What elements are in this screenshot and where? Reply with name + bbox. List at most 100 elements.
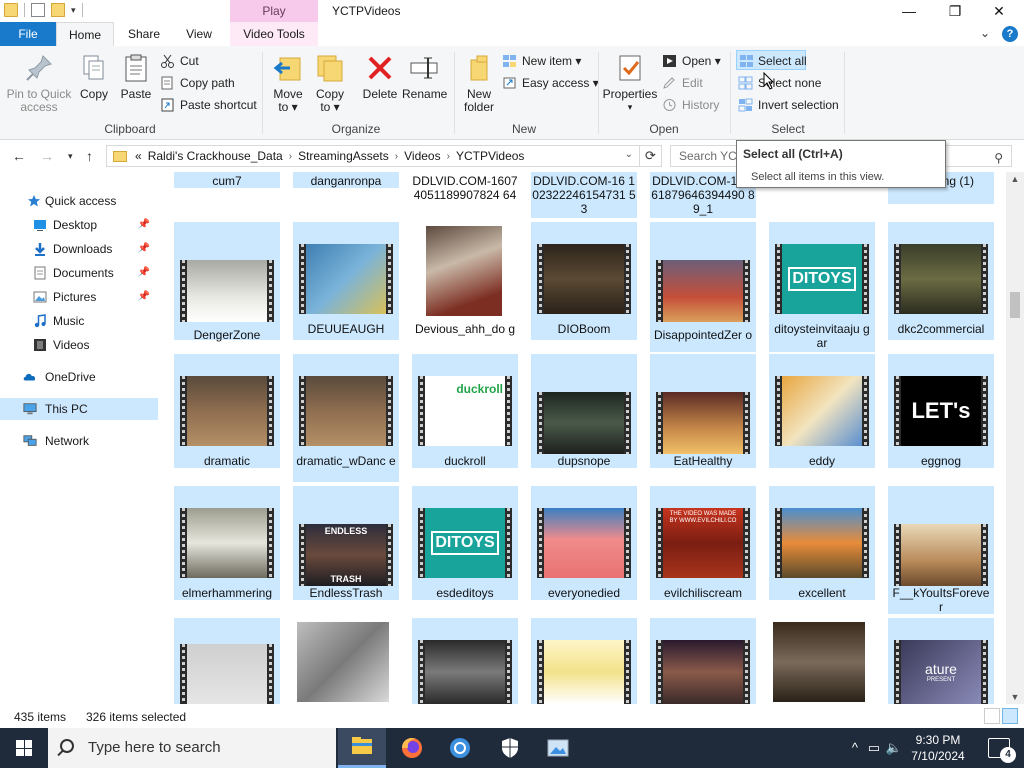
tab-video-tools[interactable]: Video Tools — [230, 22, 318, 46]
new-item-button[interactable]: New item ▾ — [502, 51, 581, 71]
breadcrumb-streamingassets[interactable]: StreamingAssets — [298, 149, 389, 163]
file-item[interactable] — [412, 618, 518, 704]
customize-toolbar-chevron-icon[interactable]: ▾ — [71, 5, 76, 16]
breadcrumb-overflow[interactable]: « — [135, 149, 142, 163]
move-to-button[interactable]: Move to ▾ — [270, 52, 306, 114]
tab-share[interactable]: Share — [118, 22, 170, 46]
forward-button[interactable]: → — [40, 148, 54, 164]
details-view-icon[interactable] — [984, 708, 1000, 724]
paste-button[interactable]: Paste — [116, 52, 156, 101]
copy-to-button[interactable]: Copy to ▾ — [312, 52, 348, 114]
file-item-dioboom[interactable]: DIOBoom — [531, 222, 637, 340]
file-item-ditoysteinvitaajugar[interactable]: DITOYS ditoysteinvitaaju gar — [769, 222, 875, 352]
sidebar-item-pictures[interactable]: Pictures 📌 — [0, 286, 158, 308]
file-item-dengerzone[interactable]: DengerZone — [174, 222, 280, 342]
maximize-button[interactable]: ❐ — [932, 0, 978, 22]
copy-button[interactable]: Copy — [76, 52, 112, 101]
up-button[interactable]: ↑ — [86, 148, 93, 164]
sidebar-item-this-pc[interactable]: This PC — [0, 398, 158, 420]
breadcrumb-chevron-icon[interactable]: › — [395, 151, 398, 162]
volume-muted-icon[interactable]: 🔈 — [886, 740, 902, 756]
rename-button[interactable]: Rename — [402, 52, 447, 101]
file-item-eddy[interactable]: eddy — [769, 354, 875, 468]
folder-icon[interactable] — [4, 3, 18, 17]
history-button[interactable]: History — [662, 95, 719, 115]
notification-center-icon[interactable]: 4 — [988, 738, 1016, 763]
sidebar-item-documents[interactable]: Documents 📌 — [0, 262, 158, 284]
address-bar[interactable]: « Raldi's Crackhouse_Data › StreamingAss… — [106, 145, 640, 167]
file-item-dramatic[interactable]: dramatic — [174, 354, 280, 468]
file-item-everyonedied[interactable]: everyonedied — [531, 486, 637, 600]
scrollbar-thumb[interactable] — [1010, 292, 1020, 318]
select-none-button[interactable]: Select none — [738, 73, 821, 93]
breadcrumb-chevron-icon[interactable]: › — [289, 151, 292, 162]
close-button[interactable]: ✕ — [976, 0, 1022, 22]
invert-selection-button[interactable]: Invert selection — [738, 95, 839, 115]
copy-path-button[interactable]: Copy path — [160, 73, 235, 93]
pin-to-quick-access-button[interactable]: Pin to Quick access — [6, 52, 72, 114]
sidebar-item-network[interactable]: Network — [0, 430, 158, 452]
pin-icon[interactable]: 📌 — [138, 214, 150, 236]
file-item-dupsnope[interactable]: dupsnope — [531, 354, 637, 468]
file-item-devious-ahh-dog[interactable]: Devious_ahh_do g — [412, 222, 518, 340]
back-button[interactable]: ← — [12, 148, 26, 164]
breadcrumb-yctpvideos[interactable]: YCTPVideos — [456, 149, 524, 163]
file-item-eggnog[interactable]: LET's eggnog — [888, 354, 994, 468]
file-label[interactable]: DDLVID.COM-16074051189907824 64 — [412, 174, 518, 202]
file-item-deuueaugh[interactable]: DEUUEAUGH — [293, 222, 399, 340]
security-taskbar-button[interactable] — [486, 728, 534, 768]
open-button[interactable]: Open ▾ — [662, 51, 721, 71]
file-explorer-taskbar-button[interactable] — [338, 728, 386, 768]
tab-view[interactable]: View — [174, 22, 224, 46]
file-item[interactable] — [174, 618, 280, 704]
pin-icon[interactable]: 📌 — [138, 286, 150, 308]
pin-icon[interactable]: 📌 — [138, 238, 150, 260]
file-item[interactable] — [531, 618, 637, 704]
chrome-taskbar-button[interactable] — [436, 728, 484, 768]
address-dropdown-chevron-icon[interactable]: ⌄ — [625, 149, 633, 160]
file-item-fkyouitsforever[interactable]: F__kYouItsForeve r — [888, 486, 994, 614]
firefox-taskbar-button[interactable] — [388, 728, 436, 768]
file-item-elmerhammering[interactable]: elmerhammering — [174, 486, 280, 600]
breadcrumb-data[interactable]: Raldi's Crackhouse_Data — [148, 149, 283, 163]
cut-button[interactable]: Cut — [160, 51, 199, 71]
paste-shortcut-button[interactable]: Paste shortcut — [160, 95, 257, 115]
start-button[interactable] — [0, 728, 48, 768]
file-item-evilchiliscream[interactable]: THE VIDEO WAS MADE BY WWW.EVILCHILI.CO e… — [650, 486, 756, 600]
file-item[interactable] — [650, 618, 756, 704]
tab-file[interactable]: File — [0, 22, 56, 46]
sidebar-item-downloads[interactable]: Downloads 📌 — [0, 238, 158, 260]
sidebar-item-desktop[interactable]: Desktop 📌 — [0, 214, 158, 236]
sidebar-item-music[interactable]: Music — [0, 310, 158, 332]
show-hidden-icons-chevron-icon[interactable]: ^ — [852, 740, 858, 755]
file-item-duckroll[interactable]: duckroll duckroll — [412, 354, 518, 468]
file-item-dkc2commercial[interactable]: dkc2commercial — [888, 222, 994, 340]
help-icon[interactable]: ? — [1002, 26, 1018, 42]
ribbon-collapse-chevron-icon[interactable]: ⌄ — [980, 26, 990, 40]
network-tray-icon[interactable]: ▭ — [868, 740, 880, 756]
file-item-endlesstrash[interactable]: ENDLESS TRASH EndlessTrash — [293, 486, 399, 600]
file-item-dramatic-wdance[interactable]: dramatic_wDanc e — [293, 354, 399, 482]
recent-locations-chevron-icon[interactable]: ▾ — [68, 151, 73, 162]
sidebar-item-quick-access[interactable]: Quick access — [0, 190, 158, 212]
scroll-down-arrow-icon[interactable]: ▼ — [1006, 692, 1024, 702]
edit-button[interactable]: Edit — [662, 73, 703, 93]
file-item-esdeditoys[interactable]: DITOYS esdeditoys — [412, 486, 518, 600]
delete-button[interactable]: Delete — [360, 52, 400, 101]
breadcrumb-chevron-icon[interactable]: › — [447, 151, 450, 162]
large-icons-view-icon[interactable] — [1002, 708, 1018, 724]
file-item[interactable]: ature PRESENT — [888, 618, 994, 704]
select-all-button[interactable]: Select all — [736, 50, 807, 70]
refresh-button[interactable]: ⟳ — [640, 145, 662, 167]
file-item-disappointedzero[interactable]: DisappointedZer o — [650, 222, 756, 352]
file-item[interactable] — [293, 618, 399, 704]
taskbar-search-input[interactable]: Type here to search — [48, 728, 336, 768]
properties-button[interactable]: Properties ▾ — [602, 52, 658, 114]
sidebar-item-videos[interactable]: Videos — [0, 334, 158, 356]
properties-icon[interactable] — [31, 3, 45, 17]
new-folder-icon[interactable] — [51, 3, 65, 17]
easy-access-button[interactable]: Easy access ▾ — [502, 73, 599, 93]
system-clock[interactable]: 9:30 PM 7/10/2024 — [906, 732, 970, 764]
breadcrumb-videos[interactable]: Videos — [404, 149, 440, 163]
file-item[interactable] — [769, 618, 875, 704]
